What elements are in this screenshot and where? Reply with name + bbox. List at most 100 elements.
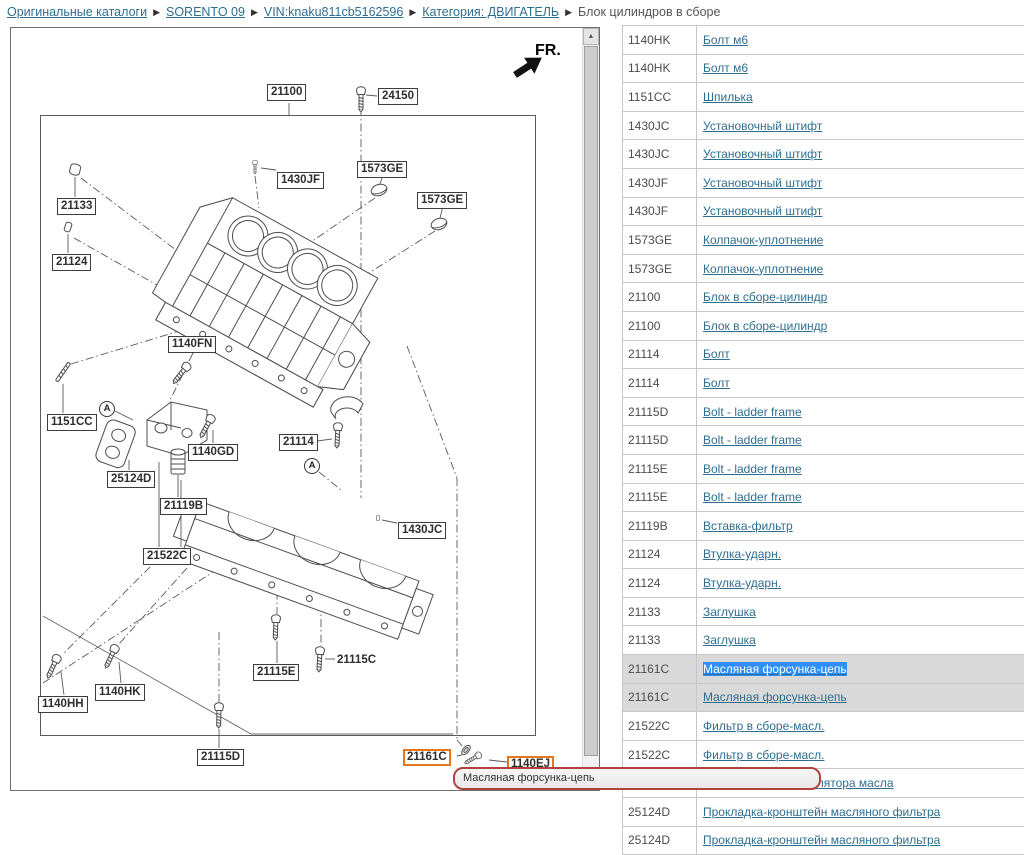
part-number-cell: 25124D bbox=[623, 826, 697, 855]
part-name-link[interactable]: Масляная форсунка-цепь bbox=[703, 690, 847, 704]
part-number-cell: 1573GE bbox=[623, 226, 697, 255]
part-number-cell: 1430JF bbox=[623, 197, 697, 226]
fr-label: FR. bbox=[535, 42, 561, 60]
part-name-link[interactable]: Колпачок-уплотнение bbox=[703, 233, 823, 247]
part-number-cell: 21133 bbox=[623, 626, 697, 655]
part-name-link[interactable]: Установочный штифт bbox=[703, 204, 822, 218]
part-name-link[interactable]: Масляная форсунка-цепь bbox=[703, 662, 847, 676]
parts-table-row: 21133 Заглушка bbox=[623, 626, 1024, 655]
part-number-cell: 21161C bbox=[623, 683, 697, 712]
breadcrumb: Оригинальные каталоги ▶ SORENTO 09 ▶ VIN:kna… bbox=[7, 5, 720, 25]
breadcrumb-separator-icon: ▶ bbox=[251, 7, 258, 17]
part-callout-24150[interactable]: 24150 bbox=[378, 88, 418, 105]
part-name-link[interactable]: Фильтр в сборе-масл. bbox=[703, 748, 825, 762]
parts-table-row: 21115EBolt - ladder frame bbox=[623, 454, 1024, 483]
part-callout-21133[interactable]: 21133 bbox=[57, 198, 96, 215]
part-number-cell: 21133 bbox=[623, 597, 697, 626]
part-number-cell: 21115D bbox=[623, 397, 697, 426]
part-name-link[interactable]: Установочный штифт bbox=[703, 119, 822, 133]
breadcrumb-item[interactable]: Оригинальные каталоги bbox=[7, 5, 147, 19]
part-callout-25124D[interactable]: 25124D bbox=[107, 471, 155, 488]
part-name-link[interactable]: Прокладка-кронштейн масляного фильтра bbox=[703, 833, 940, 847]
scroll-up-button[interactable]: ▲ bbox=[583, 28, 599, 45]
parts-table-row: 1573GE Колпачок-уплотнение bbox=[623, 254, 1024, 283]
part-name-link[interactable]: Болт м6 bbox=[703, 33, 748, 47]
parts-table-row: 21522C Фильтр в сборе-масл. bbox=[623, 740, 1024, 769]
diagram-scrollbar[interactable]: ▲ ▼ bbox=[582, 28, 599, 790]
part-number-cell: 21114 bbox=[623, 340, 697, 369]
breadcrumb-item[interactable]: VIN:knaku811cb5162596 bbox=[264, 5, 403, 19]
part-name-link[interactable]: Колпачок-уплотнение bbox=[703, 262, 823, 276]
part-name-link[interactable]: Блок в сборе-цилиндр bbox=[703, 290, 827, 304]
part-name-link[interactable]: Прокладка-кронштейн масляного фильтра bbox=[703, 805, 940, 819]
engine-diagram: 21100 24150 1430JF 1573GE 1573GE 21133 21124 11… bbox=[11, 28, 582, 790]
parts-table-row: 1140HK Болт м6 bbox=[623, 54, 1024, 83]
part-callout-1430JC[interactable]: 1430JC bbox=[398, 522, 446, 539]
part-name-link[interactable]: Bolt - ladder frame bbox=[703, 433, 802, 447]
part-number-cell: 21522C bbox=[623, 712, 697, 741]
part-callout-1430JF[interactable]: 1430JF bbox=[277, 172, 324, 189]
part-number-cell: 21100 bbox=[623, 283, 697, 312]
part-number-cell: 1151CC bbox=[623, 83, 697, 112]
part-name-link[interactable]: Фильтр в сборе-масл. bbox=[703, 719, 825, 733]
part-number-cell: 21161C bbox=[623, 655, 697, 684]
part-name-link[interactable]: Заглушка bbox=[703, 633, 756, 647]
part-number-cell: 21522C bbox=[623, 740, 697, 769]
breadcrumb-item[interactable]: SORENTO 09 bbox=[166, 5, 245, 19]
part-callout-21119B[interactable]: 21119B bbox=[160, 498, 207, 515]
parts-table-row: 21161C Масляная форсунка-цепь bbox=[623, 683, 1024, 712]
part-number-cell: 21115D bbox=[623, 426, 697, 455]
part-callout-21115D[interactable]: 21115D bbox=[197, 749, 244, 766]
part-name-link[interactable]: Вставка-фильтр bbox=[703, 519, 793, 533]
parts-table-row: 1151CC Шпилька bbox=[623, 83, 1024, 112]
parts-table-row: 1430JCУстановочный штифт bbox=[623, 111, 1024, 140]
part-callout-21115C[interactable]: 21115C bbox=[337, 653, 376, 668]
part-number-cell: 1430JC bbox=[623, 140, 697, 169]
selected-text: Масляная форсунка-цепь bbox=[703, 662, 847, 676]
part-name-link[interactable]: Заглушка bbox=[703, 605, 756, 619]
part-name-link[interactable]: Блок в сборе-цилиндр bbox=[703, 319, 827, 333]
part-name-link[interactable]: Bolt - ladder frame bbox=[703, 405, 802, 419]
part-callout-21114[interactable]: 21114 bbox=[279, 434, 318, 451]
scrollbar-thumb[interactable] bbox=[584, 46, 598, 756]
breadcrumb-item: Блок цилиндров в сборе bbox=[578, 5, 720, 19]
part-name-link[interactable]: Втулка-ударн. bbox=[703, 576, 781, 590]
part-name-link[interactable]: Болт bbox=[703, 376, 730, 390]
part-name-link[interactable]: Болт bbox=[703, 347, 730, 361]
part-number-cell: 21124 bbox=[623, 540, 697, 569]
part-name-link[interactable]: Шпилька bbox=[703, 90, 753, 104]
part-callout-21161C[interactable]: 21161C bbox=[403, 749, 451, 766]
part-number-cell: 1573GE bbox=[623, 254, 697, 283]
part-callout-1140HK[interactable]: 1140HK bbox=[95, 684, 145, 701]
parts-table-row: 21124 Втулка-ударн. bbox=[623, 540, 1024, 569]
part-name-link[interactable]: Втулка-ударн. bbox=[703, 547, 781, 561]
part-name-link[interactable]: Установочный штифт bbox=[703, 176, 822, 190]
part-callout-1573GE[interactable]: 1573GE bbox=[357, 161, 407, 178]
part-callout-21115E[interactable]: 21115E bbox=[253, 664, 299, 681]
part-tooltip: Масляная форсунка-цепь bbox=[453, 767, 821, 790]
part-callout-1140FN[interactable]: 1140FN bbox=[168, 336, 216, 353]
part-name-link[interactable]: Bolt - ladder frame bbox=[703, 462, 802, 476]
part-name-link[interactable]: Установочный штифт bbox=[703, 147, 822, 161]
part-callout-1140HH[interactable]: 1140HH bbox=[38, 696, 88, 713]
part-callout-21522C[interactable]: 21522C bbox=[143, 548, 191, 565]
breadcrumb-separator-icon: ▶ bbox=[565, 7, 572, 17]
parts-table-row: 21161C Масляная форсунка-цепь bbox=[623, 655, 1024, 684]
part-callout-1140GD[interactable]: 1140GD bbox=[188, 444, 238, 461]
parts-table-row: 21115D Bolt - ladder frame bbox=[623, 426, 1024, 455]
part-number-cell: 21124 bbox=[623, 569, 697, 598]
part-callout-1573GE[interactable]: 1573GE bbox=[417, 192, 467, 209]
part-number-cell: 21114 bbox=[623, 369, 697, 398]
breadcrumb-item[interactable]: Категория: ДВИГАТЕЛЬ bbox=[422, 5, 559, 19]
part-callout-21124[interactable]: 21124 bbox=[52, 254, 91, 271]
part-number-cell: 21119B bbox=[623, 512, 697, 541]
part-name-link[interactable]: Bolt - ladder frame bbox=[703, 490, 802, 504]
view-marker: A bbox=[304, 458, 320, 474]
part-callout-21100[interactable]: 21100 bbox=[267, 84, 306, 101]
part-name-link[interactable]: Болт м6 bbox=[703, 61, 748, 75]
part-number-cell: 25124D bbox=[623, 798, 697, 827]
parts-table-row: 1430JF Установочный штифт bbox=[623, 197, 1024, 226]
part-callout-1151CC[interactable]: 1151CC bbox=[47, 414, 97, 431]
part-number-cell: 1140HK bbox=[623, 54, 697, 83]
part-number-cell: 1140HK bbox=[623, 26, 697, 55]
